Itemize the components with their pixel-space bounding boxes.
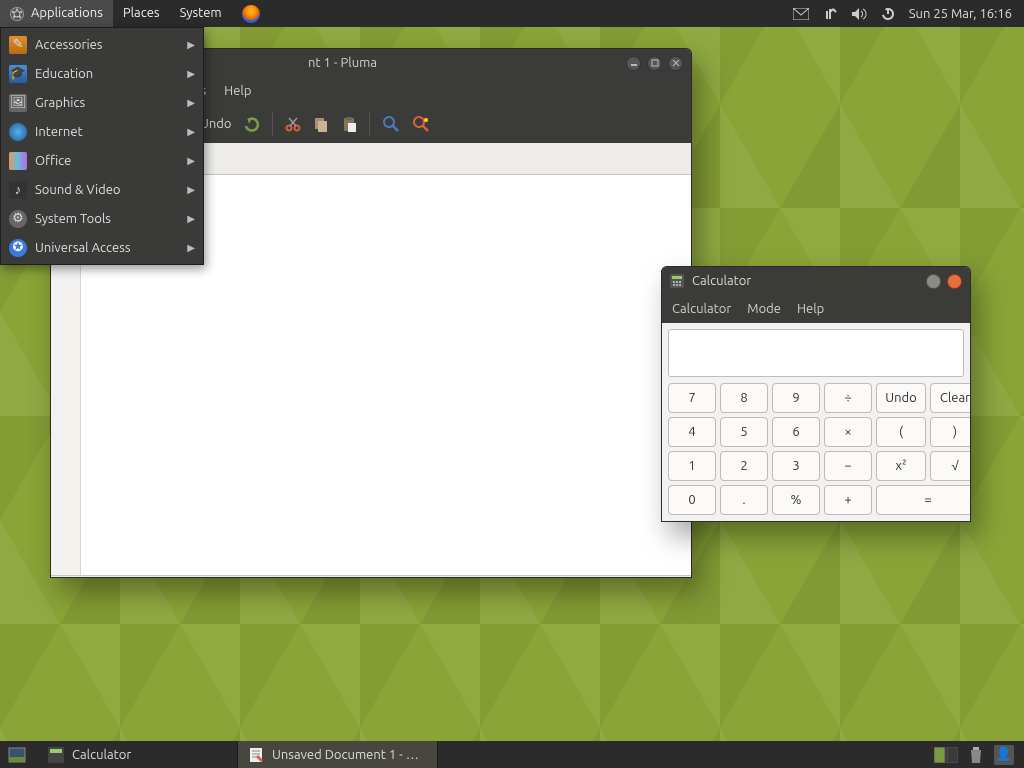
cut-button[interactable] xyxy=(285,116,301,132)
menu-item-office[interactable]: Office▶ xyxy=(1,146,203,175)
taskbar-item-pluma[interactable]: Unsaved Document 1 - … xyxy=(238,741,438,768)
calculator-titlebar[interactable]: Calculator xyxy=(662,267,970,295)
workspace-switcher[interactable] xyxy=(934,747,958,763)
calculator-title: Calculator xyxy=(692,274,751,288)
redo-button[interactable] xyxy=(244,116,260,132)
firefox-icon xyxy=(242,5,260,23)
calculator-menubar: Calculator Mode Help xyxy=(662,295,970,323)
menu-item-system-tools[interactable]: ⚙ System Tools▶ xyxy=(1,204,203,233)
system-tray: Sun 25 Mar, 16:16 xyxy=(781,7,1024,21)
calc-key-1[interactable]: 1 xyxy=(668,451,716,481)
close-button[interactable] xyxy=(668,56,683,71)
mail-icon[interactable] xyxy=(793,8,809,20)
menu-item-universal-access[interactable]: ✪ Universal Access▶ xyxy=(1,233,203,262)
calc-key-minus[interactable]: − xyxy=(824,451,872,481)
volume-icon[interactable] xyxy=(851,7,867,21)
education-icon: 🎓 xyxy=(9,65,27,83)
find-replace-button[interactable] xyxy=(412,115,430,133)
calc-key-4[interactable]: 4 xyxy=(668,417,716,447)
calc-key-5[interactable]: 5 xyxy=(720,417,768,447)
calc-key-undo[interactable]: Undo xyxy=(876,383,926,413)
calculator-keypad: 7 8 9 ÷ Undo Clear 4 5 6 × ( ) 1 2 3 − x… xyxy=(668,383,964,515)
find-button[interactable] xyxy=(382,115,400,133)
office-icon xyxy=(9,152,27,170)
text-editor-icon xyxy=(248,747,264,763)
top-panel: Applications Places System Sun 25 Mar, 1… xyxy=(0,0,1024,27)
taskbar-item-calculator[interactable]: Calculator xyxy=(38,741,238,768)
places-menu-button[interactable]: Places xyxy=(113,0,170,27)
calc-key-square[interactable]: x² xyxy=(876,451,926,481)
calc-key-divide[interactable]: ÷ xyxy=(824,383,872,413)
calc-key-3[interactable]: 3 xyxy=(772,451,820,481)
sound-video-icon: ♪ xyxy=(9,181,27,199)
calc-key-7[interactable]: 7 xyxy=(668,383,716,413)
calc-key-dot[interactable]: . xyxy=(720,485,768,515)
calc-key-0[interactable]: 0 xyxy=(668,485,716,515)
calc-key-percent[interactable]: % xyxy=(772,485,820,515)
system-menu-button[interactable]: System xyxy=(170,0,232,27)
maximize-button[interactable] xyxy=(647,56,662,71)
calc-key-9[interactable]: 9 xyxy=(772,383,820,413)
pluma-statusbar: Plain Text▾ Tab Width: 4▾ Ln 1, Col 1 IN… xyxy=(51,575,691,578)
calculator-icon xyxy=(48,747,64,763)
menu-item-education[interactable]: 🎓 Education▶ xyxy=(1,59,203,88)
calc-key-equals[interactable]: = xyxy=(876,485,971,515)
trash-icon[interactable] xyxy=(968,746,984,764)
menu-item-accessories[interactable]: ✎ Accessories▶ xyxy=(1,30,203,59)
calculator-window: Calculator Calculator Mode Help 7 8 9 ÷ … xyxy=(661,266,971,522)
menu-help[interactable]: Help xyxy=(224,84,251,98)
calc-key-rparen[interactable]: ) xyxy=(930,417,971,447)
calc-key-multiply[interactable]: × xyxy=(824,417,872,447)
calc-menu-mode[interactable]: Mode xyxy=(747,302,781,316)
applications-label: Applications xyxy=(31,6,103,20)
copy-button[interactable] xyxy=(313,116,329,132)
calculator-icon xyxy=(670,274,684,288)
applications-menu-button[interactable]: Applications xyxy=(0,0,113,27)
calc-key-clear[interactable]: Clear xyxy=(930,383,971,413)
user-icon[interactable]: 👤 xyxy=(994,745,1014,765)
internet-icon xyxy=(9,123,27,141)
network-icon[interactable] xyxy=(823,7,837,21)
calc-close-button[interactable] xyxy=(947,274,962,289)
calc-menu-calculator[interactable]: Calculator xyxy=(672,302,731,316)
graphics-icon: 🖼 xyxy=(9,94,27,112)
clock[interactable]: Sun 25 Mar, 16:16 xyxy=(909,7,1012,21)
calc-key-6[interactable]: 6 xyxy=(772,417,820,447)
menu-item-sound-video[interactable]: ♪ Sound & Video▶ xyxy=(1,175,203,204)
calc-key-lparen[interactable]: ( xyxy=(876,417,926,447)
show-desktop-button[interactable] xyxy=(8,747,26,763)
bottom-panel: Calculator Unsaved Document 1 - … 👤 xyxy=(0,741,1024,768)
calc-key-8[interactable]: 8 xyxy=(720,383,768,413)
calc-key-sqrt[interactable]: √ xyxy=(930,451,971,481)
menu-item-internet[interactable]: Internet▶ xyxy=(1,117,203,146)
accessories-icon: ✎ xyxy=(9,36,27,54)
menu-item-graphics[interactable]: 🖼 Graphics▶ xyxy=(1,88,203,117)
paste-button[interactable] xyxy=(341,116,357,132)
universal-access-icon: ✪ xyxy=(9,239,27,257)
power-icon[interactable] xyxy=(881,7,895,21)
calc-menu-help[interactable]: Help xyxy=(797,302,824,316)
applications-dropdown: ✎ Accessories▶ 🎓 Education▶ 🖼 Graphics▶ … xyxy=(0,27,204,265)
system-tools-icon: ⚙ xyxy=(9,210,27,228)
firefox-launcher[interactable] xyxy=(232,0,274,27)
calc-key-2[interactable]: 2 xyxy=(720,451,768,481)
calc-key-plus[interactable]: + xyxy=(824,485,872,515)
minimize-button[interactable] xyxy=(626,56,641,71)
calc-minimize-button[interactable] xyxy=(926,274,941,289)
calculator-display[interactable] xyxy=(668,329,964,377)
